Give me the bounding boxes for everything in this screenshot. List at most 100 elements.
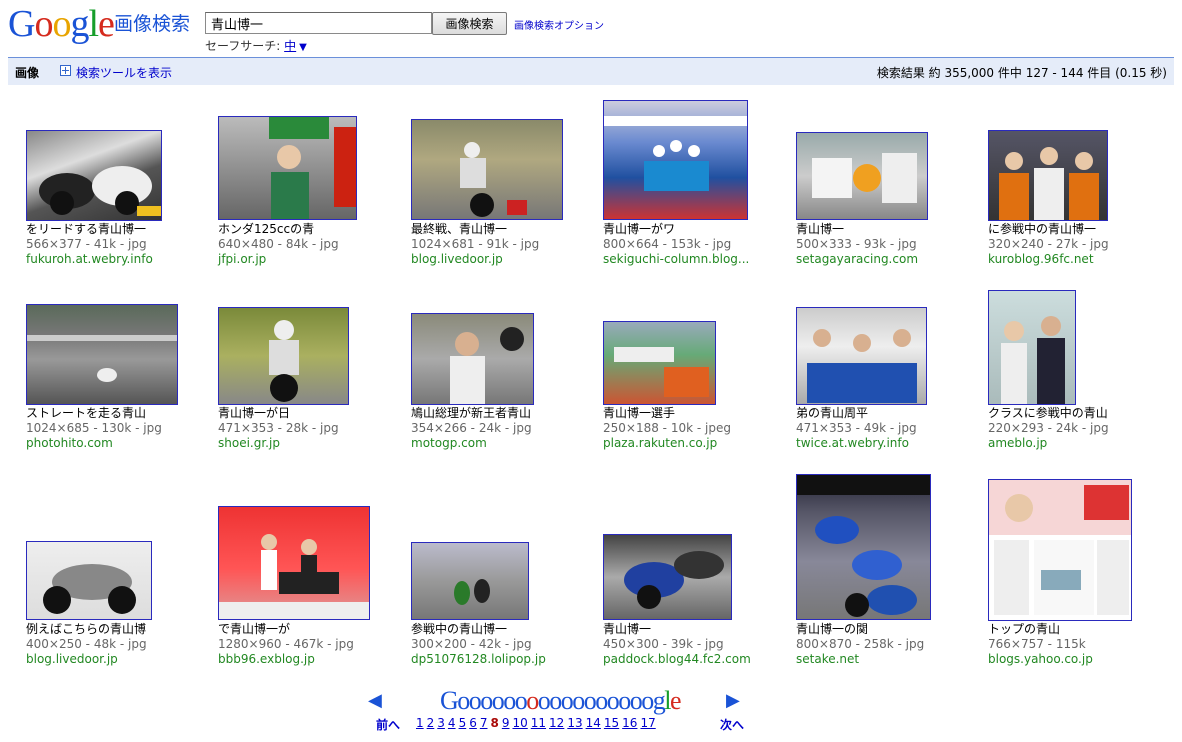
page-number-link[interactable]: 15 bbox=[604, 716, 619, 730]
result-title[interactable]: に参戦中の青山博一 bbox=[988, 222, 1173, 237]
thumbnail-image[interactable] bbox=[218, 307, 349, 405]
result-caption: 参戦中の青山博一 300×200 - 42k - jpg dp51076128.… bbox=[411, 622, 596, 667]
result-thumbnail[interactable] bbox=[26, 541, 152, 620]
result-caption: 青山博一選手 250×188 - 10k - jpeg plaza.rakute… bbox=[603, 406, 788, 451]
page-number-link[interactable]: 16 bbox=[622, 716, 637, 730]
result-title[interactable]: ストレートを走る青山 bbox=[26, 406, 211, 421]
google-logo[interactable]: Google bbox=[8, 4, 115, 44]
result-thumbnail[interactable] bbox=[796, 307, 927, 405]
thumbnail-image[interactable] bbox=[603, 100, 748, 220]
result-thumbnail[interactable] bbox=[411, 119, 563, 220]
page-number-link[interactable]: 4 bbox=[448, 716, 456, 730]
result-title[interactable]: 参戦中の青山博一 bbox=[411, 622, 596, 637]
result-caption: トップの青山 766×757 - 115k blogs.yahoo.co.jp bbox=[988, 622, 1173, 667]
page-number-link[interactable]: 17 bbox=[640, 716, 655, 730]
safesearch-value[interactable]: 中 bbox=[284, 39, 296, 53]
result-thumbnail[interactable] bbox=[603, 534, 732, 620]
result-title[interactable]: 青山博一 bbox=[796, 222, 981, 237]
result-title[interactable]: 最終戦、青山博一 bbox=[411, 222, 596, 237]
page-number-link[interactable]: 7 bbox=[480, 716, 488, 730]
arrow-right-icon[interactable]: ▶ bbox=[726, 690, 740, 711]
show-tools-link[interactable]: 検索ツールを表示 bbox=[76, 64, 172, 81]
rider-image bbox=[460, 142, 527, 217]
page-number-link[interactable]: 2 bbox=[427, 716, 435, 730]
result-title[interactable]: で青山博一が bbox=[218, 622, 403, 637]
thumbnail-image[interactable] bbox=[796, 474, 931, 620]
page-number-link[interactable]: 12 bbox=[549, 716, 564, 730]
result-title[interactable]: 青山博一 bbox=[603, 622, 788, 637]
result-title[interactable]: 青山博一選手 bbox=[603, 406, 788, 421]
result-meta: 766×757 - 115k bbox=[988, 637, 1086, 651]
result-title[interactable]: 青山博一が日 bbox=[218, 406, 403, 421]
result-caption: クラスに参戦中の青山 220×293 - 24k - jpg ameblo.jp bbox=[988, 406, 1173, 451]
page-number-link[interactable]: 1 bbox=[416, 716, 424, 730]
result-thumbnail[interactable] bbox=[218, 116, 357, 220]
prev-page-link[interactable]: 前へ bbox=[376, 716, 400, 733]
chevron-down-icon[interactable]: ▼ bbox=[299, 42, 307, 53]
thumbnail-image[interactable] bbox=[26, 541, 152, 620]
thumbnail-image[interactable] bbox=[411, 542, 529, 620]
result-thumbnail[interactable] bbox=[411, 542, 529, 620]
page-number-link[interactable]: 10 bbox=[512, 716, 527, 730]
page-number-link[interactable]: 14 bbox=[586, 716, 601, 730]
result-caption: ホンダ125ccの青 640×480 - 84k - jpg jfpi.or.j… bbox=[218, 222, 403, 267]
result-domain: bbb96.exblog.jp bbox=[218, 652, 315, 666]
result-thumbnail[interactable] bbox=[988, 479, 1132, 621]
result-caption: 青山博一 500×333 - 93k - jpg setagayaracing.… bbox=[796, 222, 981, 267]
result-thumbnail[interactable] bbox=[988, 130, 1108, 221]
result-thumbnail[interactable] bbox=[218, 307, 349, 405]
page-number-link[interactable]: 13 bbox=[567, 716, 582, 730]
result-title[interactable]: 弟の青山周平 bbox=[796, 406, 981, 421]
result-thumbnail[interactable] bbox=[411, 313, 534, 405]
thumbnail-image[interactable] bbox=[218, 116, 357, 220]
next-page-link[interactable]: 次へ bbox=[720, 716, 744, 733]
plus-icon[interactable] bbox=[60, 65, 71, 76]
result-thumbnail[interactable] bbox=[603, 100, 748, 220]
result-meta: 566×377 - 41k - jpg bbox=[26, 237, 147, 251]
result-title[interactable]: 例えばこちらの青山博 bbox=[26, 622, 211, 637]
result-domain: fukuroh.at.webry.info bbox=[26, 252, 153, 266]
thumbnail-image[interactable] bbox=[411, 313, 534, 405]
result-thumbnail[interactable] bbox=[218, 506, 370, 620]
thumbnail-image[interactable] bbox=[26, 130, 162, 221]
advanced-search-link[interactable]: 画像検索オプション bbox=[514, 17, 604, 32]
result-thumbnail[interactable] bbox=[26, 304, 178, 405]
thumbnail-image[interactable] bbox=[988, 479, 1132, 621]
page-number-link[interactable]: 9 bbox=[502, 716, 510, 730]
result-thumbnail[interactable] bbox=[796, 132, 928, 220]
result-title[interactable]: トップの青山 bbox=[988, 622, 1173, 637]
result-title[interactable]: 鳩山総理が新王者青山 bbox=[411, 406, 596, 421]
image-search-button[interactable]: 画像検索 bbox=[432, 12, 507, 35]
page-number-link[interactable]: 3 bbox=[437, 716, 445, 730]
result-title[interactable]: 青山博一がワ bbox=[603, 222, 788, 237]
page-number-link[interactable]: 11 bbox=[531, 716, 546, 730]
thumbnail-image[interactable] bbox=[603, 534, 732, 620]
result-meta: 1024×681 - 91k - jpg bbox=[411, 237, 540, 251]
page-number-link[interactable]: 6 bbox=[469, 716, 477, 730]
result-thumbnail[interactable] bbox=[603, 321, 716, 405]
blog-page-image bbox=[989, 480, 1131, 615]
page-number-link[interactable]: 5 bbox=[459, 716, 467, 730]
result-caption: 鳩山総理が新王者青山 354×266 - 24k - jpg motogp.co… bbox=[411, 406, 596, 451]
thumbnail-image[interactable] bbox=[988, 130, 1108, 221]
result-title[interactable]: 青山博一の関 bbox=[796, 622, 981, 637]
search-input[interactable] bbox=[205, 12, 432, 34]
result-title[interactable]: ホンダ125ccの青 bbox=[218, 222, 403, 237]
thumbnail-image[interactable] bbox=[796, 132, 928, 220]
result-domain: plaza.rakuten.co.jp bbox=[603, 436, 718, 450]
thumbnail-image[interactable] bbox=[988, 290, 1076, 405]
result-caption: ストレートを走る青山 1024×685 - 130k - jpg photohi… bbox=[26, 406, 211, 451]
thumbnail-image[interactable] bbox=[26, 304, 178, 405]
thumbnail-image[interactable] bbox=[218, 506, 370, 620]
result-caption: に参戦中の青山博一 320×240 - 27k - jpg kuroblog.9… bbox=[988, 222, 1173, 267]
thumbnail-image[interactable] bbox=[796, 307, 927, 405]
thumbnail-image[interactable] bbox=[603, 321, 716, 405]
result-caption: で青山博一が 1280×960 - 467k - jpg bbb96.exblo… bbox=[218, 622, 403, 667]
result-title[interactable]: クラスに参戦中の青山 bbox=[988, 406, 1173, 421]
result-domain: twice.at.webry.info bbox=[796, 436, 909, 450]
result-title[interactable]: をリードする青山博一 bbox=[26, 222, 211, 237]
result-thumbnail[interactable] bbox=[26, 130, 162, 221]
result-thumbnail[interactable] bbox=[988, 290, 1076, 405]
thumbnail-image[interactable] bbox=[411, 119, 563, 220]
result-thumbnail[interactable] bbox=[796, 474, 931, 620]
